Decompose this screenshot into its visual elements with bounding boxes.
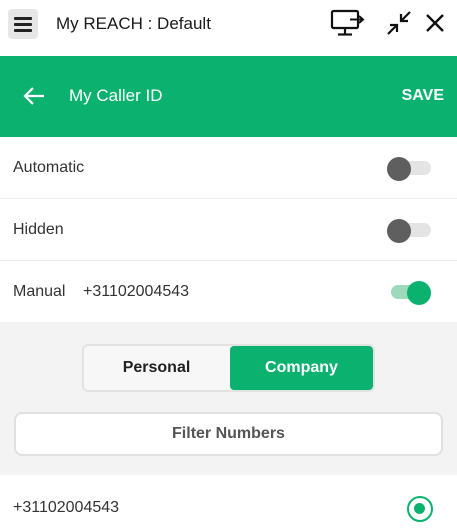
title-bar: My REACH : Default bbox=[0, 0, 457, 56]
arrow-left-icon[interactable] bbox=[22, 84, 48, 108]
filter-numbers-button[interactable]: Filter Numbers bbox=[14, 412, 443, 456]
screen-share-icon[interactable] bbox=[330, 8, 366, 38]
option-row-manual: Manual +31102004543 bbox=[0, 261, 457, 323]
collapse-icon[interactable] bbox=[385, 8, 413, 38]
page-header: My Caller ID SAVE bbox=[0, 56, 457, 137]
manual-number: +31102004543 bbox=[83, 283, 190, 300]
hidden-toggle[interactable] bbox=[387, 219, 431, 243]
page-title: My Caller ID bbox=[69, 86, 163, 105]
toggle-knob bbox=[407, 281, 431, 305]
option-row-automatic: Automatic bbox=[0, 137, 457, 199]
tab-personal[interactable]: Personal bbox=[84, 346, 229, 390]
radio-selected-dot bbox=[414, 503, 425, 514]
number-source-panel: Personal Company Filter Numbers bbox=[0, 322, 457, 475]
option-label: Manual bbox=[13, 283, 66, 300]
manual-toggle[interactable] bbox=[387, 281, 431, 305]
toggle-knob bbox=[387, 219, 411, 243]
tab-company[interactable]: Company bbox=[230, 346, 373, 390]
menu-icon-bar bbox=[14, 29, 32, 32]
menu-icon-bar bbox=[14, 23, 32, 26]
list-item[interactable]: +31102004543 bbox=[0, 475, 457, 530]
option-row-hidden: Hidden bbox=[0, 199, 457, 261]
close-icon[interactable] bbox=[422, 8, 448, 38]
menu-icon-bar bbox=[14, 17, 32, 20]
option-label: Automatic bbox=[13, 159, 85, 176]
toggle-knob bbox=[387, 157, 411, 181]
menu-button[interactable] bbox=[8, 9, 38, 39]
number-label: +31102004543 bbox=[13, 499, 120, 516]
number-source-segmented-control: Personal Company bbox=[82, 344, 375, 392]
option-label: Hidden bbox=[13, 221, 64, 238]
save-button[interactable]: SAVE bbox=[402, 85, 444, 107]
number-radio[interactable] bbox=[407, 496, 433, 522]
app-title: My REACH : Default bbox=[56, 14, 211, 33]
automatic-toggle[interactable] bbox=[387, 157, 431, 181]
